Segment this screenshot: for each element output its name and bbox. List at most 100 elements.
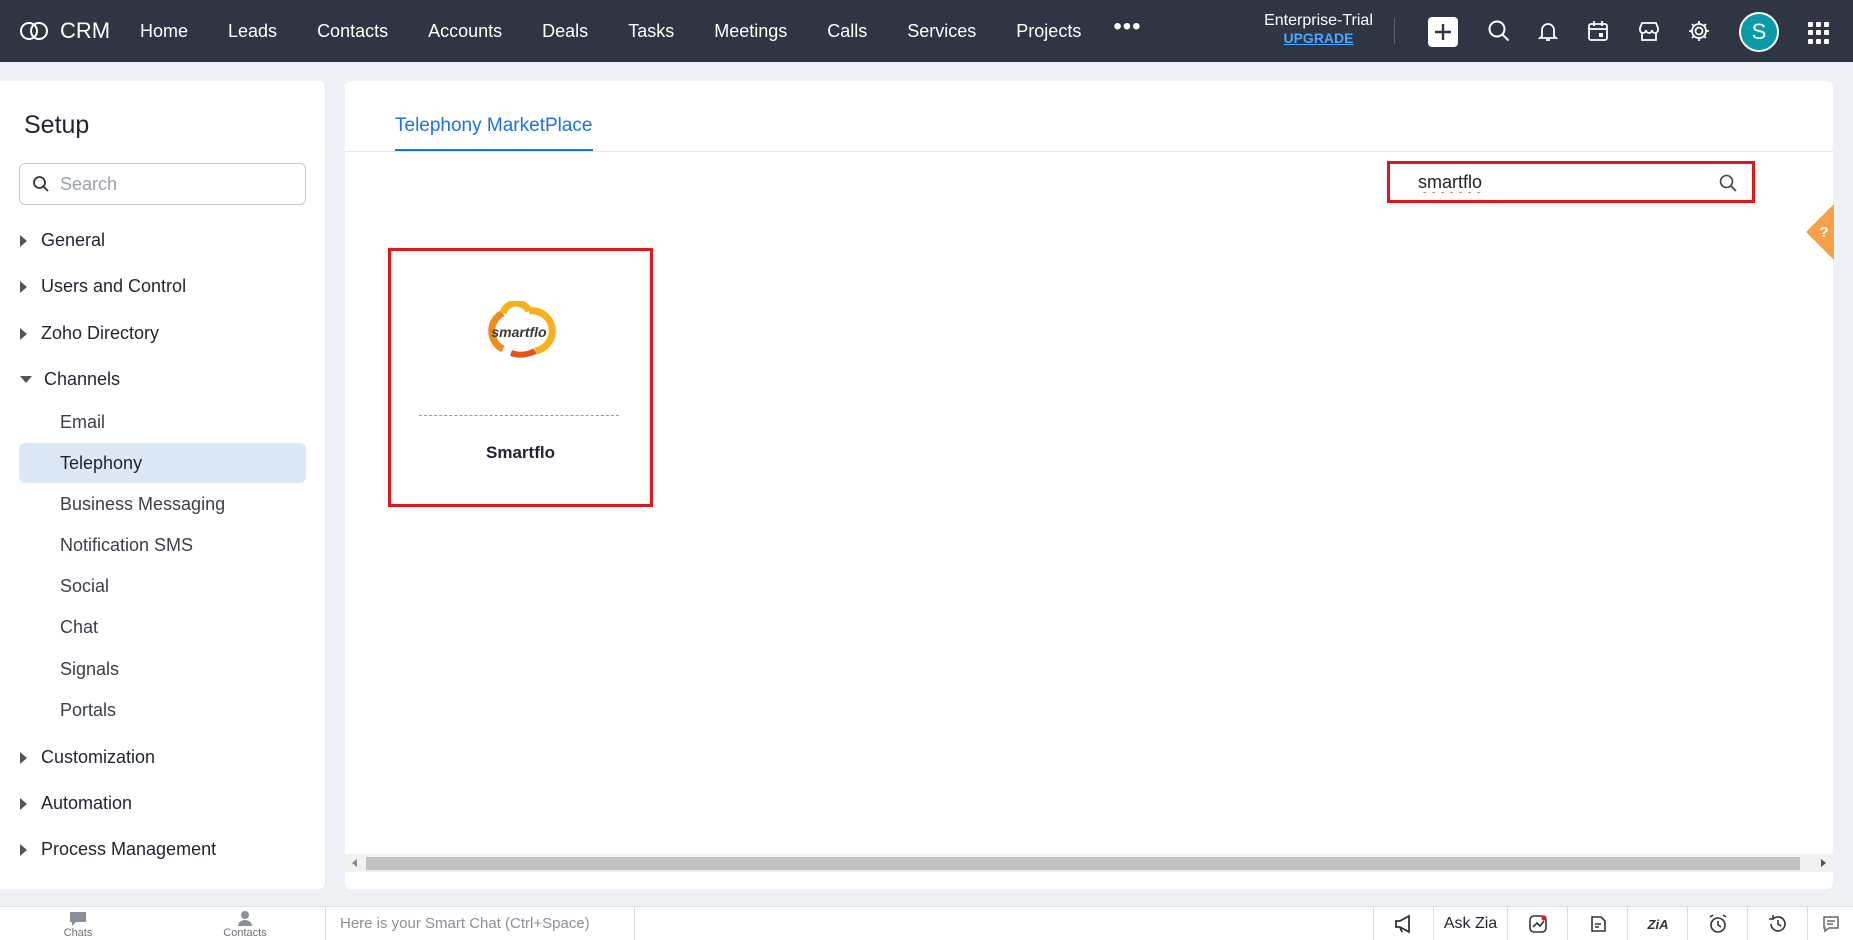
card-title: Smartflo [486,443,555,462]
avatar[interactable]: S [1739,12,1779,52]
nav-tab-home[interactable]: Home [140,21,188,42]
menu-group-general[interactable]: General [20,230,105,251]
create-new-button[interactable] [1428,17,1458,47]
nav-tab-calls[interactable]: Calls [827,21,867,42]
menu-group-label: Process Management [41,839,217,859]
search-icon[interactable] [1718,173,1738,193]
nav-tab-leads[interactable]: Leads [228,21,277,42]
menu-group-automation[interactable]: Automation [20,793,132,814]
crm-logo[interactable]: CRM [20,18,140,44]
scrollbar-thumb[interactable] [366,857,1800,870]
more-tabs-icon[interactable]: ••• [1113,13,1141,41]
card-divider [419,415,619,416]
apps-grid-icon[interactable] [1808,22,1830,44]
setup-search[interactable] [19,163,306,205]
sidebar-item-business-messaging[interactable]: Business Messaging [19,484,306,524]
marketplace-icon[interactable] [1636,18,1662,44]
scroll-right-icon[interactable] [1821,859,1826,867]
caret-right-icon [20,843,27,856]
menu-group-channels[interactable]: Channels [20,369,120,390]
setup-title: Setup [24,111,90,139]
ask-zia-button[interactable]: Ask Zia [1433,907,1507,940]
horizontal-scrollbar[interactable] [345,854,1833,872]
contacts-label: Contacts [223,927,267,939]
caret-right-icon [20,234,27,247]
analytics-button[interactable] [1507,907,1567,940]
caret-right-icon [20,327,27,340]
menu-group-zoho-directory[interactable]: Zoho Directory [20,323,159,344]
nav-tab-meetings[interactable]: Meetings [714,21,787,42]
task-flow-icon [1590,915,1606,932]
sidebar-item-chat[interactable]: Chat [19,607,306,647]
help-tab[interactable]: ? [1800,204,1834,260]
nav-tabs: Home Leads Contacts Accounts Deals Tasks… [140,13,1142,42]
menu-group-users[interactable]: Users and Control [20,276,186,297]
menu-group-label: General [41,230,106,250]
sidebar-item-email[interactable]: Email [19,402,306,442]
search-icon [33,176,49,192]
upgrade-link[interactable]: UPGRADE [1262,30,1375,46]
chats-label: Chats [63,927,93,939]
megaphone-icon [1394,913,1410,934]
caret-right-icon [20,280,27,293]
sidebar-item-social[interactable]: Social [19,566,306,606]
contacts-button[interactable]: Contacts [220,909,270,939]
sidebar-item-signals[interactable]: Signals [19,649,306,689]
announcements-button[interactable] [1373,907,1433,940]
ask-zia-label: Ask Zia [1443,914,1498,932]
nav-tab-accounts[interactable]: Accounts [428,21,502,42]
caret-right-icon [20,797,27,810]
tab-divider [345,151,1833,152]
menu-group-label: Customization [41,747,156,767]
chats-button[interactable]: Chats [56,909,100,939]
caret-down-icon [20,376,32,383]
top-nav: CRM Home Leads Contacts Accounts Deals T… [0,0,1853,62]
help-question-icon: ? [1806,204,1834,260]
telephony-panel: Telephony MarketPlace smartflo Smartflo [345,81,1833,889]
calendar-icon[interactable] [1585,18,1611,44]
zia-icon: ZiA [1646,917,1668,932]
sidebar-item-portals[interactable]: Portals [19,690,306,730]
marketplace-search[interactable] [1387,161,1755,203]
menu-group-label: Zoho Directory [41,323,160,343]
sidebar-item-notification-sms[interactable]: Notification SMS [19,525,306,565]
alarm-clock-icon [1709,913,1726,933]
scroll-left-icon[interactable] [352,859,357,867]
menu-group-process-management[interactable]: Process Management [20,839,216,860]
integration-card-smartflo[interactable]: smartflo Smartflo [388,248,653,507]
smart-chat-bar[interactable] [325,907,635,940]
nav-tab-contacts[interactable]: Contacts [317,21,388,42]
logo-lettering: smartflo [491,324,547,340]
bell-icon[interactable] [1535,18,1561,44]
menu-group-label: Channels [44,369,121,389]
svg-text:ZiA: ZiA [1646,917,1668,932]
nav-tab-services[interactable]: Services [907,21,976,42]
trial-label: Enterprise-Trial [1264,12,1373,29]
menu-group-label: Users and Control [41,276,187,296]
nav-tab-deals[interactable]: Deals [542,21,588,42]
smartflo-logo: smartflo [488,301,556,358]
bottom-bar: Chats Contacts Ask Zia ZiA [0,906,1853,940]
reminders-button[interactable] [1687,907,1747,940]
menu-group-customization[interactable]: Customization [20,747,155,768]
caret-right-icon [20,751,27,764]
feedback-icon [1822,915,1839,932]
crm-logo-icon [20,20,50,42]
recent-history-button[interactable] [1747,907,1807,940]
menu-group-label: Automation [41,793,133,813]
task-flow-button[interactable] [1567,907,1627,940]
zia-button[interactable]: ZiA [1627,907,1687,940]
tab-telephony-marketplace[interactable]: Telephony MarketPlace [395,115,593,151]
smart-chat-input[interactable] [340,915,630,932]
nav-tab-projects[interactable]: Projects [1016,21,1081,42]
feedback-button[interactable] [1807,907,1853,940]
search-icon[interactable] [1486,18,1512,44]
history-icon [1768,914,1786,932]
setup-sidebar: Setup General Users and Control Zoho Dir… [0,81,326,889]
svg-text:?: ? [1819,224,1828,241]
sidebar-item-telephony[interactable]: Telephony [19,443,306,483]
marketplace-search-input[interactable] [1418,171,1708,193]
setup-search-input[interactable] [60,173,280,195]
nav-tab-tasks[interactable]: Tasks [628,21,674,42]
gear-icon[interactable] [1686,18,1712,44]
